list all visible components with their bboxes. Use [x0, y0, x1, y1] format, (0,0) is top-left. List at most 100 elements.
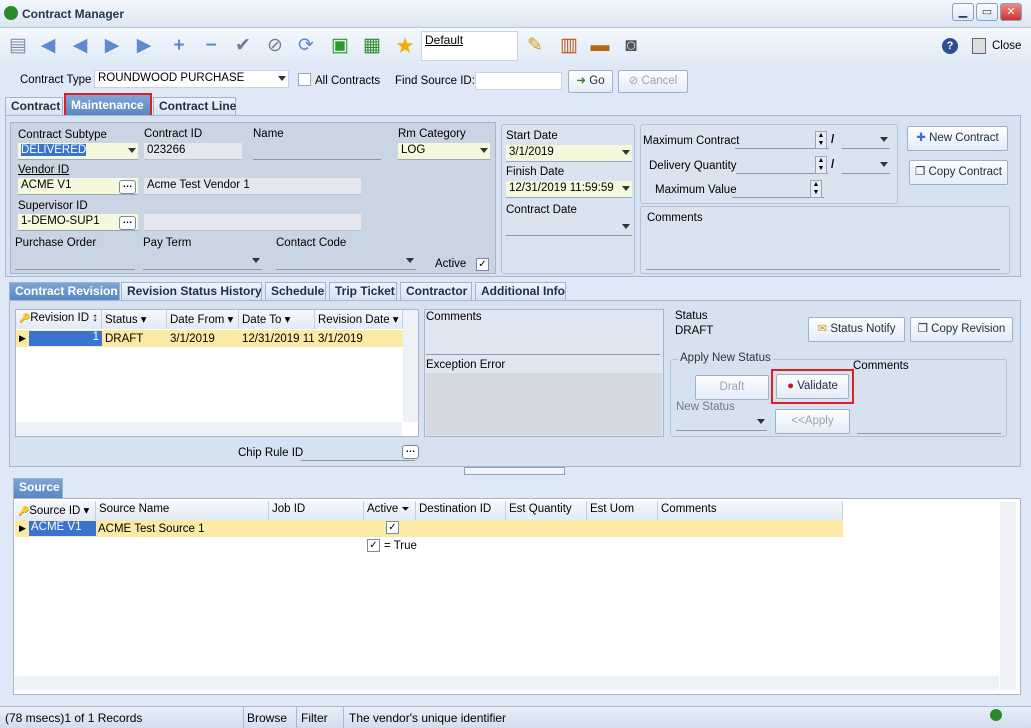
save-record-icon[interactable]: ✔	[230, 33, 256, 59]
name-input[interactable]	[253, 143, 381, 160]
src-cell-source-id[interactable]: ACME V1	[29, 521, 96, 536]
status-notify-button[interactable]: ✉ Status Notify	[808, 317, 905, 342]
all-contracts-checkbox[interactable]	[298, 73, 311, 86]
contract-comments-input[interactable]	[646, 253, 1000, 270]
src-header-comments[interactable]: Comments	[658, 501, 843, 520]
edit-pencil-icon[interactable]: ✎	[522, 33, 548, 59]
source-hscrollbar[interactable]	[15, 676, 999, 690]
rev-header-revision-id[interactable]: 🔑Revision ID ↕	[16, 310, 102, 329]
tab-contract[interactable]: Contract	[5, 97, 63, 115]
new-status-select[interactable]	[676, 414, 767, 431]
tab-trip-ticket[interactable]: Trip Ticket	[329, 282, 397, 300]
supervisor-id-label: Supervisor ID	[18, 200, 88, 212]
previous-record-icon[interactable]: ◀	[67, 33, 93, 59]
active-checkbox[interactable]: ✓	[476, 258, 489, 271]
validate-button[interactable]: ● Validate	[776, 374, 849, 399]
layout-name[interactable]: Default	[425, 33, 463, 47]
close-window-button[interactable]: ✕	[1000, 3, 1022, 21]
delivery-qty-uom-select[interactable]	[842, 157, 890, 174]
rm-category-select[interactable]: LOG	[398, 143, 490, 160]
src-header-est-uom[interactable]: Est Uom	[587, 501, 658, 520]
filter-true-checkbox[interactable]: ✓	[367, 539, 380, 552]
start-date-input[interactable]: 3/1/2019	[506, 145, 632, 162]
rev-header-status[interactable]: Status ▾	[102, 310, 167, 329]
revision-comments-input[interactable]	[426, 338, 660, 355]
minimize-button[interactable]: ▁	[952, 3, 974, 21]
tab-contract-line[interactable]: Contract Line	[153, 97, 236, 115]
copy-revision-button[interactable]: ❐ Copy Revision	[910, 317, 1013, 342]
src-header-est-quantity[interactable]: Est Quantity	[506, 501, 587, 520]
rev-cell-status[interactable]: DRAFT	[105, 333, 143, 345]
src-header-active[interactable]: Active ⏷	[364, 501, 416, 520]
src-header-source-id[interactable]: 🔑Source ID ▾	[15, 501, 96, 520]
source-vscrollbar[interactable]	[1000, 502, 1016, 690]
max-contract-spinner[interactable]: ▲ ▼	[815, 131, 827, 149]
new-contract-button[interactable]: ✚ New Contract	[907, 126, 1008, 151]
max-contract-uom-select[interactable]	[842, 132, 890, 149]
finish-date-input[interactable]: 12/31/2019 11:59:59	[506, 181, 632, 198]
contract-type-select[interactable]: ROUNDWOOD PURCHASE	[94, 70, 289, 88]
rev-cell-revision-date[interactable]: 3/1/2019	[318, 333, 363, 345]
find-source-input[interactable]	[475, 72, 562, 90]
src-header-destination-id[interactable]: Destination ID	[416, 501, 506, 520]
first-record-icon[interactable]: ◀	[35, 33, 61, 59]
help-icon[interactable]: ?	[942, 38, 958, 54]
copy-contract-button[interactable]: ❐ Copy Contract	[909, 160, 1008, 185]
src-cell-source-name[interactable]: ACME Test Source 1	[98, 523, 205, 535]
contract-date-input[interactable]	[506, 219, 632, 236]
rev-header-revision-date[interactable]: Revision Date ▾	[315, 310, 403, 329]
tab-revision-status-history[interactable]: Revision Status History	[121, 282, 262, 300]
draft-button[interactable]: Draft	[695, 375, 769, 400]
close-door-icon[interactable]	[972, 38, 986, 54]
revision-hscrollbar[interactable]	[16, 422, 402, 436]
splitter-handle[interactable]	[464, 467, 565, 475]
status-label: Status	[675, 310, 708, 322]
subtype-select[interactable]: DELIVERED	[18, 143, 138, 160]
next-record-icon[interactable]: ▶	[99, 33, 125, 59]
favorite-star-icon[interactable]: ★	[392, 33, 418, 59]
briefcase-icon[interactable]: ▬	[587, 33, 613, 59]
layout-selector[interactable]: Default	[421, 31, 518, 61]
vendor-id-label[interactable]: Vendor ID	[18, 164, 69, 176]
rev-cell-date-to[interactable]: 12/31/2019 11:	[242, 333, 315, 345]
supervisor-lookup-button[interactable]: …	[119, 216, 136, 230]
chip-rule-input[interactable]	[301, 444, 415, 461]
src-header-source-name[interactable]: Source Name	[96, 501, 269, 520]
src-cell-active-checkbox[interactable]: ✓	[386, 521, 399, 534]
delivery-qty-spinner[interactable]: ▲ ▼	[815, 156, 827, 174]
report-icon[interactable]: ▥	[556, 33, 582, 59]
tab-contract-revision[interactable]: Contract Revision	[9, 282, 120, 300]
apply-button[interactable]: <<Apply	[775, 409, 850, 434]
src-header-job-id[interactable]: Job ID	[269, 501, 364, 520]
last-record-icon[interactable]: ▶	[131, 33, 157, 59]
vendor-lookup-button[interactable]: …	[119, 180, 136, 194]
apply-comments-input[interactable]	[857, 417, 1001, 434]
rev-header-date-to[interactable]: Date To ▾	[239, 310, 315, 329]
rev-header-date-from[interactable]: Date From ▾	[167, 310, 239, 329]
camera-icon[interactable]: ◙	[618, 33, 644, 59]
go-button[interactable]: ➜ Go	[568, 70, 613, 93]
contact-code-select[interactable]	[276, 253, 416, 270]
close-label[interactable]: Close	[992, 40, 1021, 52]
add-record-icon[interactable]: +	[166, 33, 192, 59]
rev-cell-date-from[interactable]: 3/1/2019	[170, 333, 215, 345]
pay-term-select[interactable]	[143, 253, 262, 270]
tab-additional-info[interactable]: Additional Info	[475, 282, 566, 300]
print-icon[interactable]: ▤	[5, 33, 31, 59]
export-icon[interactable]: ▣	[327, 33, 353, 59]
purchase-order-input[interactable]	[15, 253, 135, 270]
tab-schedule[interactable]: Schedule	[265, 282, 326, 300]
delete-record-icon[interactable]: −	[198, 33, 224, 59]
rev-cell-revision-id[interactable]: 1	[29, 331, 102, 346]
revision-vscrollbar[interactable]	[403, 310, 418, 422]
contract-type-label: Contract Type	[20, 74, 92, 86]
tab-contractor[interactable]: Contractor	[400, 282, 472, 300]
excel-icon[interactable]: ▦	[359, 33, 385, 59]
maximize-button[interactable]: ▭	[976, 3, 998, 21]
refresh-icon[interactable]: ⟳	[293, 33, 319, 59]
cancel-edit-icon[interactable]: ⊘	[262, 33, 288, 59]
tab-source[interactable]: Source	[13, 478, 63, 498]
chip-rule-lookup-button[interactable]: …	[402, 445, 419, 459]
cancel-search-button[interactable]: ⊘ Cancel	[618, 70, 688, 93]
max-value-spinner[interactable]: ▲ ▼	[810, 180, 822, 198]
